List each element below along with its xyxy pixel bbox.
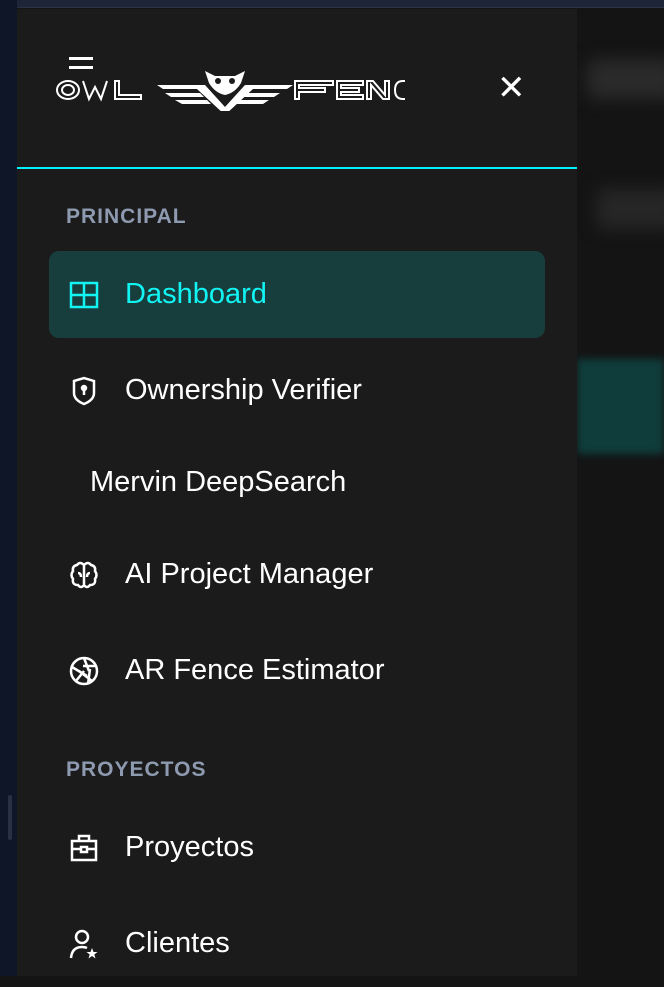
sidebar-header: ✕ [17,9,577,169]
grid-icon [68,279,100,311]
close-icon[interactable]: ✕ [497,71,526,105]
nav-item-proyectos[interactable]: Proyectos [49,804,545,891]
sidebar: ✕ PRINCIPAL Dashboard Ownership Verifier… [17,9,577,976]
scrollbar[interactable] [8,795,12,840]
nav-item-label: Dashboard [125,278,267,310]
top-bar [0,0,664,8]
left-strip [0,0,17,976]
nav-item-label: AI Project Manager [125,558,374,590]
nav-item-clientes[interactable]: Clientes [49,900,545,987]
section-principal: PRINCIPAL [66,205,187,228]
nav-item-ai-project-manager[interactable]: AI Project Manager [49,531,545,618]
nav-item-label: Clientes [125,927,230,959]
brain-icon [68,559,100,591]
nav-item-label: AR Fence Estimator [125,654,385,686]
owl-fenc-logo [55,67,421,116]
shield-lock-icon [68,375,100,407]
aperture-icon [68,655,100,687]
nav-item-label: Mervin DeepSearch [90,466,347,498]
menu-icon[interactable] [69,57,93,77]
page-backdrop [577,9,664,976]
nav-item-dashboard[interactable]: Dashboard [49,251,545,338]
nav-item-label: Ownership Verifier [125,374,362,406]
user-star-icon [68,928,100,960]
nav-item-label: Proyectos [125,831,254,863]
nav-item-ownership-verifier[interactable]: Ownership Verifier [49,347,545,434]
nav-item-ar-fence-estimator[interactable]: AR Fence Estimator [49,627,545,714]
nav-item-mervin-deepsearch[interactable]: Mervin DeepSearch [49,439,545,526]
briefcase-icon [68,832,100,864]
section-proyectos: PROYECTOS [66,758,207,781]
